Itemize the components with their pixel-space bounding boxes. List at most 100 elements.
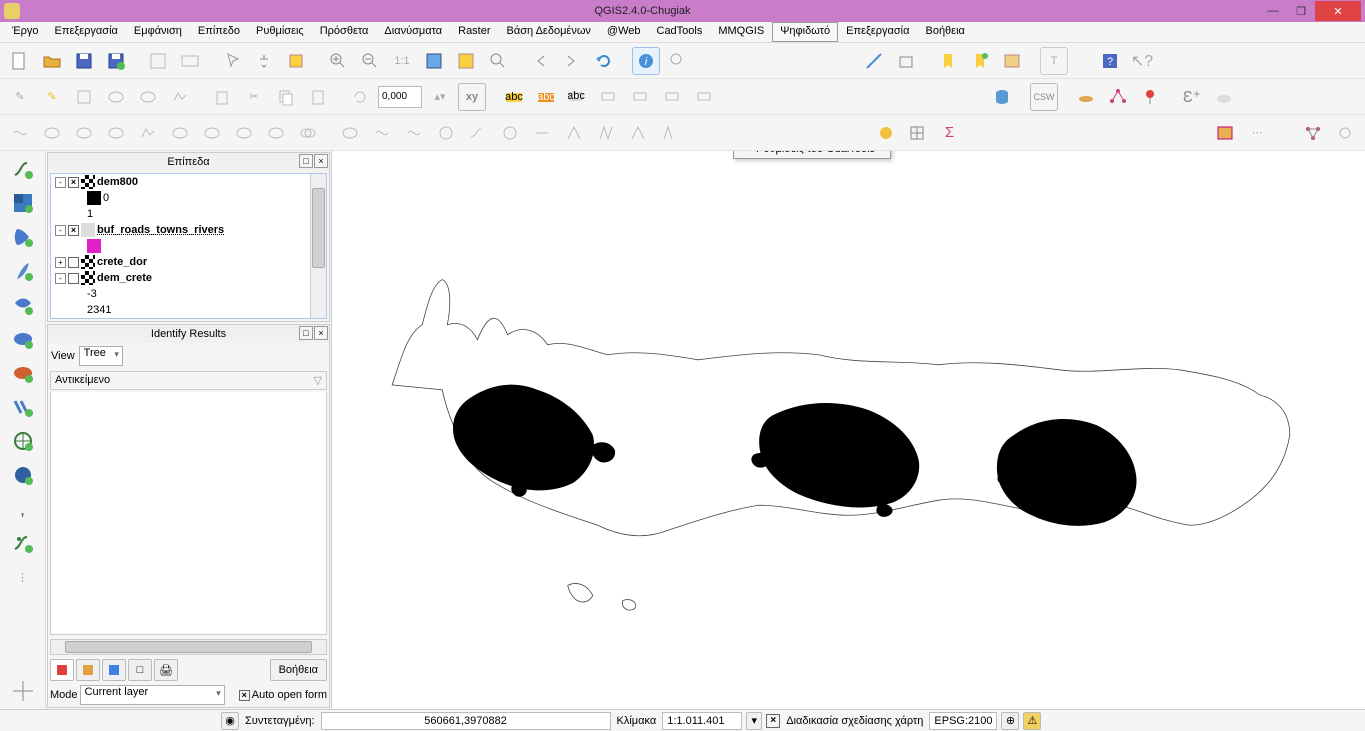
add-text-icon[interactable]: , <box>8 495 38 523</box>
close-button[interactable]: ✕ <box>1315 1 1361 21</box>
add-feature-icon[interactable] <box>102 83 130 111</box>
save-edits-icon[interactable] <box>70 83 98 111</box>
adv-tool-3-icon[interactable] <box>70 119 98 147</box>
coord-input[interactable]: 0,000 <box>378 86 422 108</box>
measure-icon[interactable] <box>860 47 888 75</box>
save-icon[interactable] <box>70 47 98 75</box>
adv-tool-17-icon[interactable] <box>528 119 556 147</box>
messages-button[interactable]: ⚠ <box>1023 712 1041 730</box>
stepper-icon[interactable]: ▴▾ <box>426 83 454 111</box>
pointer-icon[interactable] <box>218 47 246 75</box>
add-raster-icon[interactable] <box>8 189 38 217</box>
plugin-grid-icon[interactable] <box>904 119 932 147</box>
adv-tool-5-icon[interactable] <box>134 119 162 147</box>
layers-scrollbar[interactable] <box>310 174 326 318</box>
coord-field[interactable]: 560661,3970882 <box>321 712 611 730</box>
add-delimited-icon[interactable] <box>8 461 38 489</box>
identify-clear-button[interactable]: □ <box>128 659 152 681</box>
adv-tool-14-icon[interactable] <box>432 119 460 147</box>
node-tool-icon[interactable] <box>166 83 194 111</box>
label-abc-yellow-icon[interactable]: abc <box>500 83 528 111</box>
move-feature-icon[interactable] <box>134 83 162 111</box>
adv-tool-6-icon[interactable] <box>166 119 194 147</box>
plugin-cloud-icon[interactable] <box>1210 83 1238 111</box>
copy-icon[interactable] <box>272 83 300 111</box>
refresh-icon[interactable] <box>590 47 618 75</box>
label-rotate-icon[interactable] <box>660 83 688 111</box>
identify-undock-button[interactable]: □ <box>299 326 313 340</box>
zoom-out-icon[interactable] <box>356 47 384 75</box>
identify-icon[interactable]: i <box>632 47 660 75</box>
layer-row[interactable]: 0 <box>51 190 326 206</box>
identify-view-select[interactable]: Tree <box>79 346 123 366</box>
adv-tool-4-icon[interactable] <box>102 119 130 147</box>
label-pin-icon[interactable]: abc <box>564 83 592 111</box>
scale-field[interactable]: 1:1.011.401 <box>662 712 742 730</box>
measure-area-icon[interactable] <box>892 47 920 75</box>
plugin-sigma-icon[interactable]: Σ <box>935 119 963 147</box>
xy-icon[interactable]: xy <box>458 83 486 111</box>
adv-tool-18-icon[interactable] <box>560 119 588 147</box>
adv-tool-2-icon[interactable] <box>38 119 66 147</box>
menu-βοήθεια[interactable]: Βοήθεια <box>917 22 972 42</box>
minimize-button[interactable]: — <box>1259 1 1287 21</box>
layer-row[interactable]: -buf_roads_towns_rivers <box>51 222 326 238</box>
adv-tool-11-icon[interactable] <box>336 119 364 147</box>
menu-επεξεργασία[interactable]: Επεξεργασία <box>47 22 126 42</box>
layer-row[interactable]: -dem800 <box>51 174 326 190</box>
layer-row[interactable]: 2341 <box>51 302 326 318</box>
menu-επεξεργασία[interactable]: Επεξεργασία <box>838 22 917 42</box>
add-oracle-icon[interactable] <box>8 325 38 353</box>
toggle-extents-button[interactable]: ◉ <box>221 712 239 730</box>
menu-raster[interactable]: Raster <box>450 22 498 42</box>
identify-dropdown-icon[interactable] <box>664 47 692 75</box>
adv-tool-10-icon[interactable] <box>294 119 322 147</box>
bookmark-new-icon[interactable] <box>966 47 994 75</box>
menu-έργο[interactable]: Έργο <box>4 22 47 42</box>
epsg-field[interactable]: EPSG:2100 <box>929 712 997 730</box>
add-postgis-icon[interactable] <box>8 223 38 251</box>
menu-ρυθμίσεις[interactable]: Ρυθμίσεις <box>248 22 312 42</box>
plugin-epsilon-icon[interactable]: Ɛ⁺ <box>1178 83 1206 111</box>
pan-icon[interactable] <box>250 47 278 75</box>
identify-collapse-button[interactable] <box>76 659 100 681</box>
rotate-icon[interactable] <box>346 83 374 111</box>
open-icon[interactable] <box>38 47 66 75</box>
identify-help-button[interactable]: Βοήθεια <box>270 659 327 681</box>
label-show-icon[interactable] <box>596 83 624 111</box>
adv-tool-13-icon[interactable] <box>400 119 428 147</box>
render-checkbox[interactable] <box>766 714 780 728</box>
whatsthis-icon[interactable]: ↖? <box>1128 47 1156 75</box>
adv-tool-16-icon[interactable] <box>496 119 524 147</box>
layers-undock-button[interactable]: □ <box>299 154 313 168</box>
plugin-nodes-icon[interactable] <box>1299 119 1327 147</box>
identify-print-button[interactable]: 🖨 <box>154 659 178 681</box>
adv-tool-12-icon[interactable] <box>368 119 396 147</box>
edit-pencil-icon[interactable]: ✎ <box>6 83 34 111</box>
help-icon[interactable]: ? <box>1096 47 1124 75</box>
adv-tool-1-icon[interactable] <box>6 119 34 147</box>
adv-tool-8-icon[interactable] <box>230 119 258 147</box>
zoom-selection-icon[interactable] <box>452 47 480 75</box>
add-spatialite-icon[interactable] <box>8 257 38 285</box>
paste-icon[interactable] <box>304 83 332 111</box>
menu-item[interactable]: Ρυθμίσεις του GdalTools <box>734 151 890 158</box>
zoom-native-icon[interactable]: 1:1 <box>388 47 416 75</box>
plugin-shell-icon[interactable] <box>1072 83 1100 111</box>
adv-tool-9-icon[interactable] <box>262 119 290 147</box>
identify-close-button[interactable]: × <box>314 326 328 340</box>
plugin-table-icon[interactable] <box>1211 119 1239 147</box>
db-manager-icon[interactable] <box>988 83 1016 111</box>
layer-row[interactable]: -dem_crete <box>51 270 326 286</box>
adv-tool-20-icon[interactable] <box>624 119 652 147</box>
zoom-last-icon[interactable] <box>526 47 554 75</box>
map-canvas[interactable]: Χαρτογραφικές προβολέςΜετατροπήΕξαγωγήΑν… <box>332 151 1365 709</box>
layer-row[interactable] <box>51 238 326 254</box>
zoom-layer-icon[interactable] <box>484 47 512 75</box>
identify-hscroll[interactable] <box>50 639 327 655</box>
identify-expand-button[interactable] <box>50 659 74 681</box>
edit-pencil-yellow-icon[interactable]: ✎ <box>38 83 66 111</box>
adv-tool-19-icon[interactable] <box>592 119 620 147</box>
adv-tool-21-icon[interactable] <box>656 119 684 147</box>
layers-tree[interactable]: -dem80001-buf_roads_towns_rivers+crete_d… <box>50 173 327 319</box>
